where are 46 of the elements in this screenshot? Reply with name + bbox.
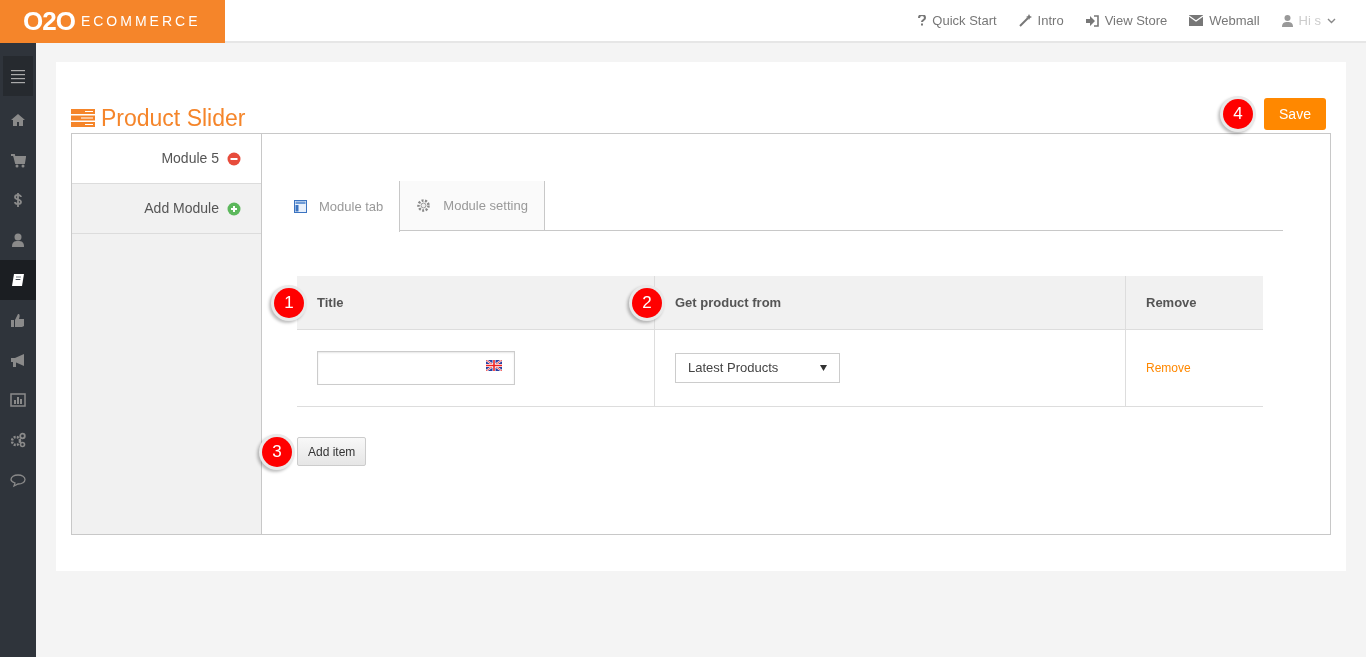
top-link[interactable]: Quick Start xyxy=(918,10,997,31)
dropdown-arrow-icon xyxy=(820,365,827,371)
minus-circle-icon xyxy=(227,151,241,166)
callout-number: 4 xyxy=(1220,96,1256,132)
home-icon xyxy=(10,112,26,128)
slider-icon xyxy=(71,109,95,127)
save-button[interactable]: Save xyxy=(1264,98,1326,130)
column-header: Title xyxy=(317,293,344,312)
menu-icon xyxy=(10,68,26,84)
tab[interactable]: Module setting xyxy=(400,181,545,230)
thumbs-up-icon xyxy=(10,312,26,328)
callout-number: 1 xyxy=(271,285,307,321)
top-link[interactable]: View Store xyxy=(1085,10,1168,31)
tab[interactable]: Module tab xyxy=(278,181,401,232)
add-item-button[interactable]: Add item xyxy=(297,437,367,466)
bar-chart-icon xyxy=(10,392,26,408)
cart-icon xyxy=(10,152,26,168)
gears-icon xyxy=(10,432,26,448)
column-header: Remove xyxy=(1146,293,1197,312)
flag-icon xyxy=(486,359,502,371)
sidebar-item[interactable] xyxy=(3,56,33,96)
layout-icon xyxy=(294,200,307,213)
callout-number: 3 xyxy=(259,434,295,470)
top-link[interactable]: Webmall xyxy=(1189,10,1260,31)
plus-circle-icon xyxy=(227,201,241,216)
module-item[interactable]: Module 5 xyxy=(72,134,261,184)
wand-icon xyxy=(1018,14,1032,27)
help-icon xyxy=(918,15,927,26)
page-title: Product Slider xyxy=(101,103,246,133)
sidebar-item[interactable] xyxy=(0,260,36,300)
megaphone-icon xyxy=(10,352,26,368)
sign-in-icon xyxy=(1085,14,1099,27)
logo[interactable]: O2O ECOMMERCE xyxy=(0,0,225,43)
envelope-icon xyxy=(1189,15,1204,26)
title-input[interactable] xyxy=(317,351,515,385)
gear-icon xyxy=(416,198,432,213)
remove-link[interactable]: Remove xyxy=(1146,359,1191,377)
user-icon xyxy=(1281,14,1293,27)
top-link[interactable]: Intro xyxy=(1018,10,1064,31)
user-icon xyxy=(10,232,26,248)
chat-icon xyxy=(10,472,26,488)
column-header: Get product from xyxy=(675,293,782,312)
product-source-dropdown[interactable]: Latest Products xyxy=(675,353,840,383)
callout-number: 2 xyxy=(629,285,665,321)
chevron-down-icon xyxy=(1327,17,1336,24)
book-icon xyxy=(10,272,26,288)
